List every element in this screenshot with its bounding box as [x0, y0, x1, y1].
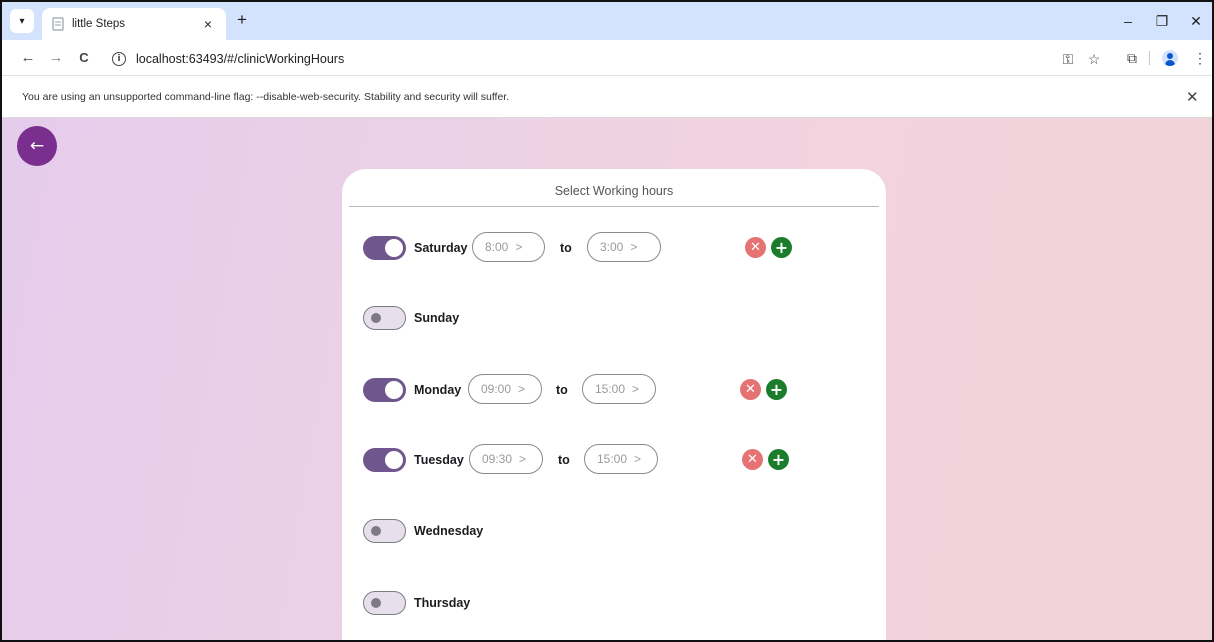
start-time-picker[interactable]: 8:00 >: [472, 232, 545, 262]
day-label: Sunday: [414, 311, 460, 325]
day-toggle-wednesday[interactable]: [363, 519, 406, 543]
day-toggle-monday[interactable]: [363, 378, 406, 402]
remove-slot-button[interactable]: ✕: [740, 379, 761, 400]
to-label: to: [556, 383, 568, 397]
page-favicon-icon: [52, 17, 64, 31]
tab-strip: ▾ little Steps × + – ❐ ✕: [2, 2, 1212, 40]
day-toggle-thursday[interactable]: [363, 591, 406, 615]
start-time-value: 8:00: [485, 240, 509, 254]
password-key-icon[interactable]: ⚿: [1058, 49, 1078, 69]
day-row-wednesday: Wednesday: [342, 515, 886, 547]
restore-button[interactable]: ❐: [1152, 12, 1172, 30]
day-label: Tuesday: [414, 453, 464, 467]
day-toggle-sunday[interactable]: [363, 306, 406, 330]
back-button[interactable]: ←: [17, 126, 57, 166]
close-icon: ✕: [750, 240, 761, 255]
warning-infobar: You are using an unsupported command-lin…: [2, 77, 1212, 118]
close-icon: ✕: [745, 382, 756, 397]
page-content: ← Select Working hours Saturday 8:00 > t…: [2, 118, 1212, 640]
day-toggle-tuesday[interactable]: [363, 448, 406, 472]
reload-icon[interactable]: C: [74, 48, 94, 68]
remove-slot-button[interactable]: ✕: [745, 237, 766, 258]
day-label: Saturday: [414, 241, 468, 255]
chevron-right-icon: >: [634, 452, 642, 466]
extensions-icon[interactable]: ⧉: [1122, 48, 1142, 68]
day-toggle-saturday[interactable]: [363, 236, 406, 260]
profile-avatar-icon[interactable]: [1162, 50, 1178, 66]
chevron-right-icon: >: [518, 382, 526, 396]
start-time-value: 09:30: [482, 452, 513, 466]
plus-icon: +: [769, 380, 784, 399]
forward-arrow-icon[interactable]: →: [46, 48, 66, 68]
close-icon: ✕: [747, 452, 758, 467]
plus-icon: +: [774, 238, 789, 257]
chevron-right-icon: >: [632, 382, 640, 396]
remove-slot-button[interactable]: ✕: [742, 449, 763, 470]
day-row-sunday: Sunday: [342, 302, 886, 334]
infobar-message: You are using an unsupported command-lin…: [22, 91, 510, 103]
end-time-value: 15:00: [595, 382, 626, 396]
tab-close-icon[interactable]: ×: [200, 16, 216, 32]
working-hours-card: Select Working hours Saturday 8:00 > to …: [342, 169, 886, 640]
day-row-monday: Monday 09:00 > to 15:00 > ✕ +: [342, 374, 886, 406]
end-time-picker[interactable]: 15:00 >: [582, 374, 656, 404]
end-time-value: 15:00: [597, 452, 628, 466]
tab-search-button[interactable]: ▾: [10, 9, 34, 33]
end-time-picker[interactable]: 15:00 >: [584, 444, 658, 474]
url-text[interactable]: localhost:63493/#/clinicWorkingHours: [136, 52, 344, 66]
new-tab-button[interactable]: +: [232, 10, 252, 30]
minimize-button[interactable]: –: [1118, 12, 1138, 30]
window-close-button[interactable]: ✕: [1186, 12, 1206, 30]
add-slot-button[interactable]: +: [768, 449, 789, 470]
start-time-picker[interactable]: 09:00 >: [468, 374, 542, 404]
browser-toolbar: ← → C i localhost:63493/#/clinicWorkingH…: [2, 40, 1212, 76]
site-info-icon[interactable]: i: [112, 51, 126, 66]
start-time-value: 09:00: [481, 382, 512, 396]
card-title: Select Working hours: [554, 184, 674, 198]
tab-title: little Steps: [72, 18, 126, 30]
browser-window: ▾ little Steps × + – ❐ ✕ ← → C i localho…: [0, 0, 1214, 642]
chevron-right-icon: >: [630, 240, 638, 254]
chevron-down-icon: ▾: [19, 15, 25, 27]
bookmark-star-icon[interactable]: ☆: [1084, 49, 1104, 69]
day-label: Monday: [414, 383, 462, 397]
address-bar[interactable]: i localhost:63493/#/clinicWorkingHours ⚿…: [106, 46, 1108, 71]
end-time-value: 3:00: [600, 240, 624, 254]
arrow-left-icon: ←: [29, 136, 45, 156]
title-divider: [349, 206, 879, 207]
plus-icon: +: [771, 450, 786, 469]
day-row-tuesday: Tuesday 09:30 > to 15:00 > ✕ +: [342, 444, 886, 476]
day-row-saturday: Saturday 8:00 > to 3:00 > ✕ +: [342, 232, 886, 264]
chevron-right-icon: >: [519, 452, 527, 466]
active-tab[interactable]: little Steps ×: [42, 8, 226, 40]
to-label: to: [558, 453, 570, 467]
end-time-picker[interactable]: 3:00 >: [587, 232, 661, 262]
day-label: Thursday: [414, 596, 471, 610]
back-arrow-icon[interactable]: ←: [18, 48, 38, 68]
chevron-right-icon: >: [515, 240, 523, 254]
add-slot-button[interactable]: +: [766, 379, 787, 400]
browser-menu-icon[interactable]: ⋮: [1190, 48, 1210, 68]
day-label: Wednesday: [414, 524, 484, 538]
infobar-close-icon[interactable]: ✕: [1186, 88, 1199, 106]
day-row-thursday: Thursday: [342, 587, 886, 619]
toolbar-divider: [1149, 51, 1150, 65]
start-time-picker[interactable]: 09:30 >: [469, 444, 543, 474]
add-slot-button[interactable]: +: [771, 237, 792, 258]
to-label: to: [560, 241, 572, 255]
